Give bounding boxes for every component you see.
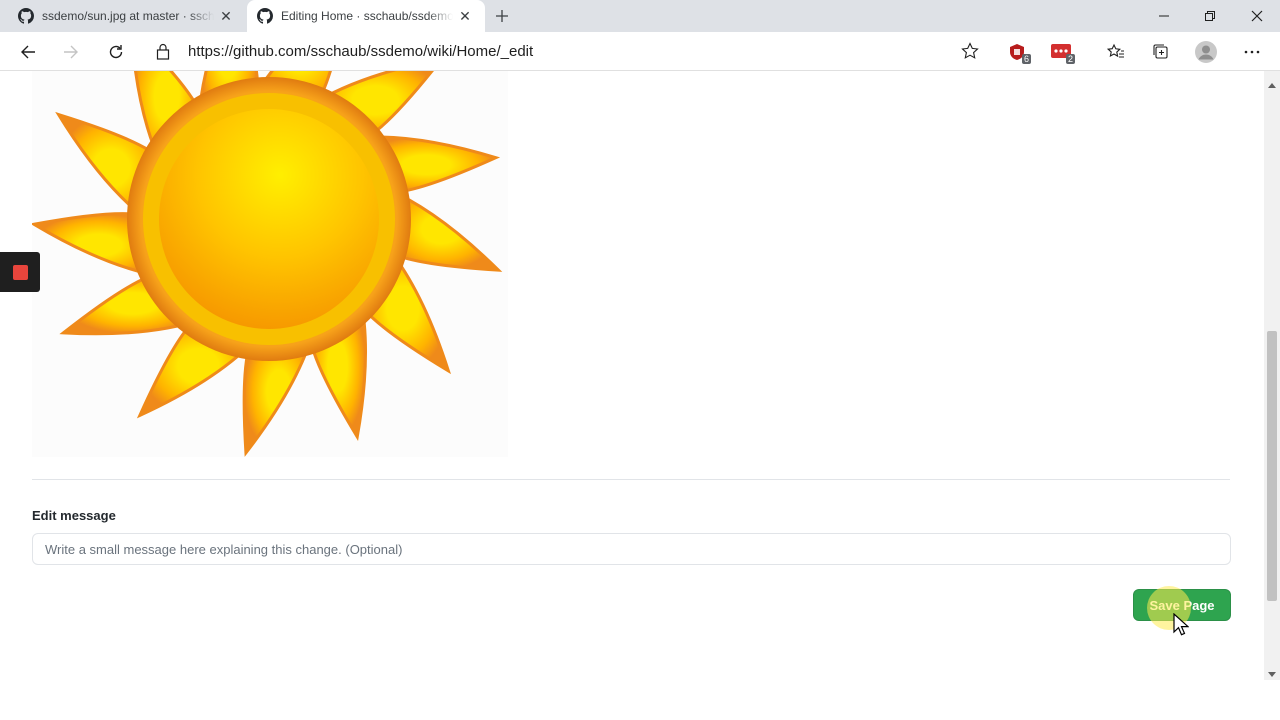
lock-icon xyxy=(156,43,170,65)
dots-extension-icon[interactable]: 2 xyxy=(1045,36,1077,68)
scrollbar-thumb[interactable] xyxy=(1267,331,1277,601)
minimize-icon[interactable] xyxy=(1141,0,1187,32)
tab-title: ssdemo/sun.jpg at master · sschäub/ssdem… xyxy=(42,9,214,23)
more-options-icon[interactable] xyxy=(1236,36,1268,68)
collections-icon[interactable] xyxy=(1145,36,1177,68)
url-text: https://github.com/sschaub/ssdemo/wiki/H… xyxy=(188,43,534,60)
shield-extension-icon[interactable]: 6 xyxy=(1001,36,1033,68)
close-icon[interactable]: ✕ xyxy=(218,8,234,24)
scroll-up-icon[interactable] xyxy=(1268,75,1276,93)
stop-recording-button[interactable] xyxy=(0,252,40,292)
address-bar[interactable]: https://github.com/sschaub/ssdemo/wiki/H… xyxy=(144,36,989,67)
window-close-icon[interactable] xyxy=(1234,0,1280,32)
page-content: Edit message Save Page xyxy=(0,71,1264,720)
edit-message-input[interactable] xyxy=(32,533,1231,565)
github-icon xyxy=(18,8,34,24)
extension-badge: 2 xyxy=(1065,54,1075,64)
vertical-scrollbar[interactable] xyxy=(1264,71,1280,680)
tab-sun-jpg[interactable]: ssdemo/sun.jpg at master · sschäub/ssdem… xyxy=(8,0,246,32)
back-arrow-icon[interactable] xyxy=(12,36,44,68)
favorites-icon[interactable] xyxy=(1100,36,1132,68)
scroll-down-icon[interactable] xyxy=(1268,665,1276,683)
tab-editing-home[interactable]: Editing Home · sschaub/ssdemo ✕ xyxy=(247,0,485,32)
tab-strip: ssdemo/sun.jpg at master · sschäub/ssdem… xyxy=(0,0,1280,32)
forward-arrow-icon[interactable] xyxy=(55,36,87,68)
favorite-star-icon[interactable] xyxy=(961,42,979,65)
tab-title: Editing Home · sschaub/ssdemo xyxy=(281,9,453,23)
restore-icon[interactable] xyxy=(1187,0,1233,32)
close-icon[interactable]: ✕ xyxy=(457,8,473,24)
stop-icon xyxy=(12,264,28,280)
browser-toolbar: https://github.com/sschaub/ssdemo/wiki/H… xyxy=(0,32,1280,71)
github-icon xyxy=(257,8,273,24)
sun-image xyxy=(29,71,508,457)
mouse-cursor-icon xyxy=(1173,612,1190,642)
divider xyxy=(32,479,1230,480)
edit-message-label: Edit message xyxy=(32,508,116,523)
profile-avatar-icon[interactable] xyxy=(1190,36,1222,68)
new-tab-icon[interactable] xyxy=(492,6,512,26)
extension-badge: 6 xyxy=(1021,54,1031,64)
refresh-icon[interactable] xyxy=(100,36,132,68)
